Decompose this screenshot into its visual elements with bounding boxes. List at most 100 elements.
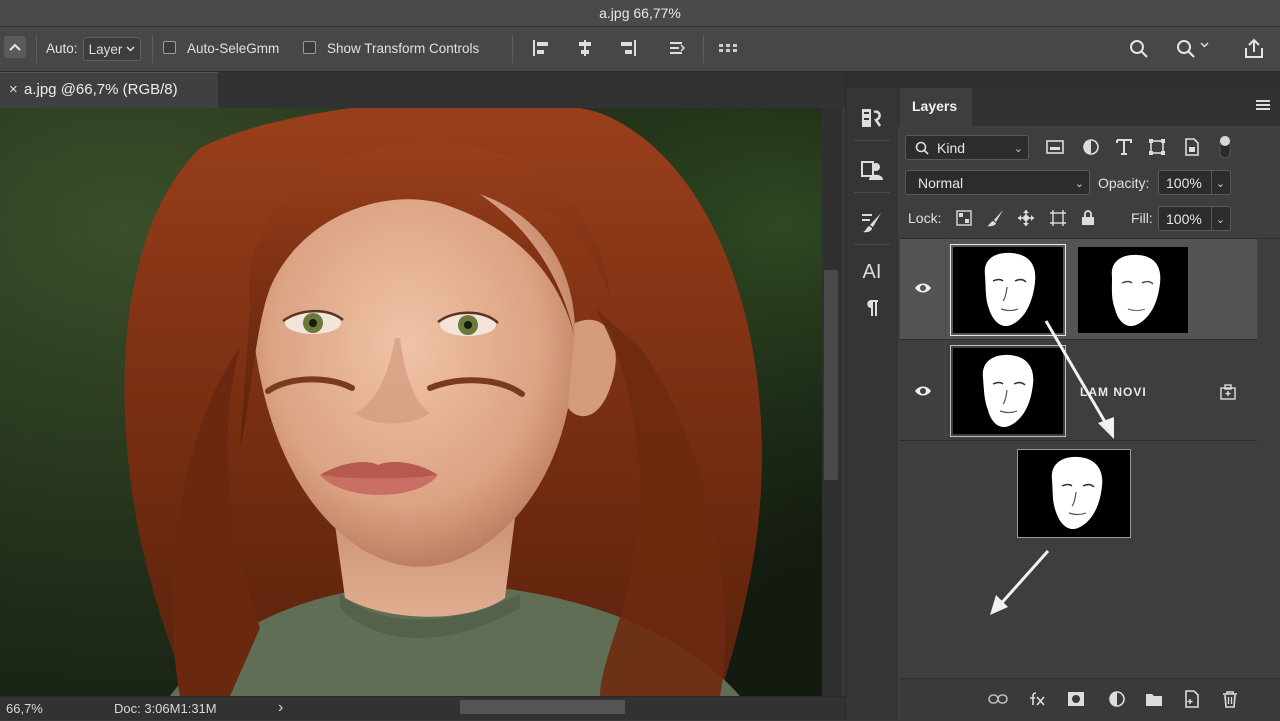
filter-shape-button[interactable]: [1146, 136, 1168, 158]
chevron-down-icon: ⌄: [1013, 143, 1023, 155]
fill-label: Fill:: [1131, 210, 1153, 226]
drag-arrows-overlay: [990, 320, 1114, 615]
portrait-image: [0, 108, 822, 696]
lock-all-button[interactable]: [1077, 207, 1099, 229]
filter-smart-object-button[interactable]: [1181, 136, 1203, 158]
chevron-down-icon: ⌄: [1074, 178, 1084, 190]
panel-icon-strip: AI: [845, 88, 899, 720]
link-layers-button[interactable]: [986, 687, 1010, 711]
new-layer-icon: [1185, 690, 1199, 708]
horizontal-scroll-thumb[interactable]: [460, 700, 625, 714]
tab-layers[interactable]: Layers: [900, 88, 972, 126]
brush-icon: [862, 213, 881, 233]
type-icon: [1116, 139, 1132, 155]
lock-transparent-button[interactable]: [953, 207, 975, 229]
paragraph-panel-button[interactable]: [856, 292, 888, 324]
filter-type-button[interactable]: [1113, 136, 1135, 158]
lock-pixels-button[interactable]: [984, 207, 1006, 229]
lock-icon: [1082, 210, 1094, 225]
auto-label: Auto:: [46, 41, 78, 56]
document-tab[interactable]: × a.jpg @66,7% (RGB/8): [0, 72, 218, 108]
link-icon: [988, 694, 1008, 704]
align-left-button[interactable]: [530, 37, 552, 59]
share-icon: [1245, 38, 1263, 58]
vertical-scroll-thumb[interactable]: [824, 270, 838, 480]
blend-mode-dropdown[interactable]: Normal ⌄: [905, 170, 1090, 195]
opacity-chevron-icon[interactable]: ⌄: [1216, 177, 1225, 190]
new-group-button[interactable]: [1142, 687, 1166, 711]
align-center-icon: [579, 40, 591, 56]
trash-icon: [1223, 691, 1237, 708]
align-center-button[interactable]: [574, 37, 596, 59]
auto-select-checkbox[interactable]: [163, 41, 176, 54]
toggle-icon: [1219, 135, 1231, 159]
show-transform-checkbox[interactable]: [303, 41, 316, 54]
artboard-icon: [1050, 210, 1066, 226]
properties-panel-button[interactable]: [856, 154, 888, 186]
zoom-search-icon: [1176, 40, 1195, 58]
hamburger-menu-icon: [1256, 100, 1270, 110]
delete-layer-button[interactable]: [1218, 687, 1242, 711]
new-layer-button[interactable]: [1180, 687, 1204, 711]
add-mask-button[interactable]: [1064, 687, 1088, 711]
opacity-label: Opacity:: [1098, 175, 1150, 191]
image-layer-icon: [1046, 140, 1064, 154]
title-bar: a.jpg 66,77%: [0, 0, 1280, 27]
filter-adjustment-button[interactable]: [1080, 136, 1102, 158]
lock-label: Lock:: [908, 210, 942, 226]
checkerboard-icon: [956, 210, 972, 226]
search-icon: [1130, 40, 1148, 58]
shape-icon: [1149, 139, 1165, 155]
zoom-level[interactable]: 66,7%: [6, 701, 43, 716]
status-menu-arrow[interactable]: ›: [278, 699, 283, 717]
adjustment-icon: [1109, 691, 1125, 707]
fx-icon: [1030, 692, 1045, 706]
ai-label: AI: [862, 260, 882, 283]
show-transform-label: Show Transform Controls: [327, 41, 480, 56]
ai-panel-button[interactable]: AI: [856, 256, 888, 288]
brush-icon: [987, 210, 1003, 227]
filter-pixel-button[interactable]: [1044, 136, 1066, 158]
opacity-value: 100%: [1166, 175, 1202, 191]
align-left-icon: [533, 40, 548, 56]
opacity-input[interactable]: 100% ⌄: [1158, 170, 1231, 195]
folder-icon: [1146, 694, 1162, 706]
close-tab-icon[interactable]: ×: [9, 81, 18, 98]
layers-tab-title: Layers: [912, 98, 958, 114]
layer-style-button[interactable]: [1025, 687, 1049, 711]
chevron-down-icon: [126, 46, 135, 52]
auto-select-checkbox-label: Auto-SeleGmm: [187, 41, 280, 56]
arrow-down-right-icon: [1044, 320, 1110, 428]
options-bar: Auto: Layer Auto-SeleGmm Show Transform …: [0, 27, 1280, 72]
mask-icon: [1068, 692, 1084, 706]
more-options-button[interactable]: [716, 37, 740, 59]
filter-kind-value: Kind: [937, 140, 966, 156]
window-title: a.jpg 66,77%: [599, 5, 681, 21]
panel-menu-button[interactable]: [1256, 99, 1272, 113]
brush-panel-button[interactable]: [856, 206, 888, 238]
align-right-icon: [621, 40, 636, 56]
document-tab-title: a.jpg @66,7% (RGB/8): [24, 81, 178, 98]
canvas[interactable]: [0, 108, 822, 696]
history-panel-button[interactable]: [856, 102, 888, 134]
search-dropdown-button[interactable]: [1170, 37, 1214, 61]
distribute-icon: [670, 42, 686, 54]
tool-preset-button[interactable]: [4, 36, 26, 58]
arrow-down-left-icon: [996, 550, 1050, 608]
search-button[interactable]: [1127, 37, 1151, 61]
lock-position-button[interactable]: [1015, 207, 1037, 229]
fill-chevron-icon[interactable]: ⌄: [1216, 213, 1225, 226]
dots-grid-icon: [719, 44, 737, 52]
filter-toggle-switch[interactable]: [1214, 134, 1236, 160]
blend-mode-value: Normal: [918, 175, 964, 191]
doc-size-info: Doc: 3:06M1:31M: [114, 701, 217, 716]
layers-bottom-toolbar: [900, 678, 1280, 721]
layer-filter-kind-dropdown[interactable]: Kind ⌄: [905, 135, 1029, 160]
lock-artboard-button[interactable]: [1047, 207, 1069, 229]
fill-input[interactable]: 100% ⌄: [1158, 206, 1231, 231]
distribute-button[interactable]: [666, 37, 688, 59]
align-right-button[interactable]: [617, 37, 639, 59]
new-adjustment-button[interactable]: [1105, 687, 1129, 711]
share-button[interactable]: [1240, 35, 1268, 63]
auto-select-dropdown[interactable]: Layer: [83, 37, 141, 61]
